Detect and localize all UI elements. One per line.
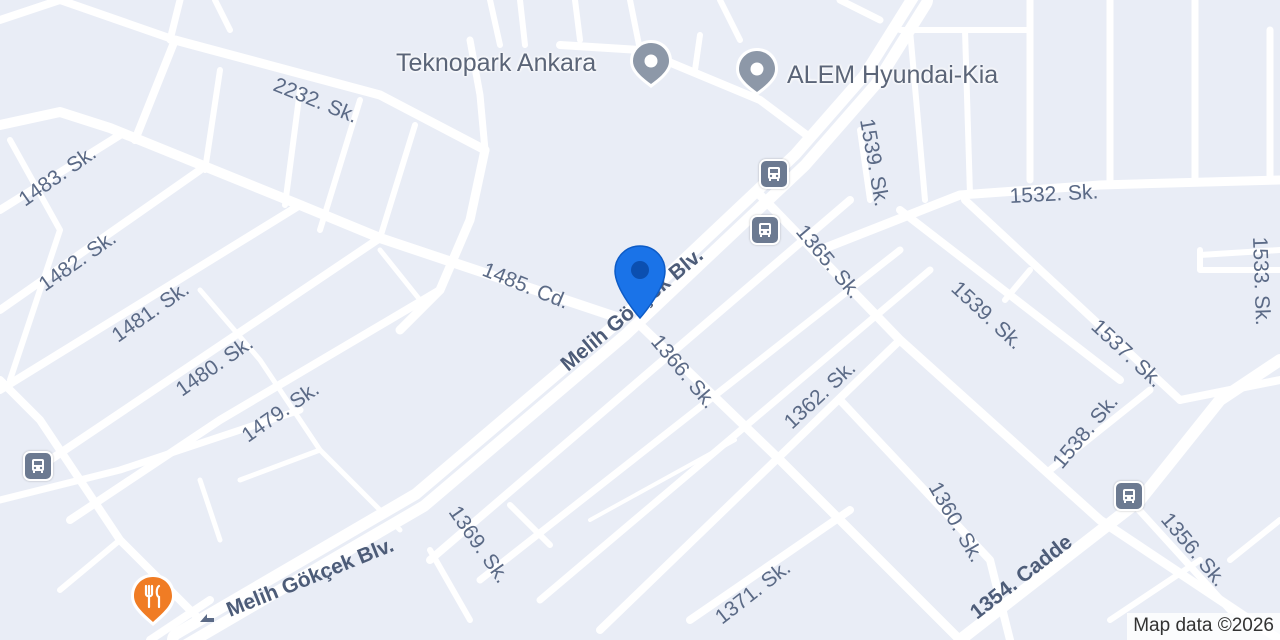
street-label-1539-sk-top: 1539. Sk. xyxy=(855,117,893,208)
bus-stop-icon[interactable] xyxy=(23,451,53,481)
bus-stop-icon[interactable] xyxy=(750,215,780,245)
street-label-1538-sk: 1538. Sk. xyxy=(1048,390,1123,473)
street-label-1533-sk: 1533. Sk. xyxy=(1248,236,1274,325)
street-label-1532-sk: 1532. Sk. xyxy=(1009,180,1099,208)
bus-stop-icon[interactable] xyxy=(759,159,789,189)
street-label-1537-sk: 1537. Sk. xyxy=(1087,315,1168,392)
map-canvas[interactable]: 2232. Sk. 1483. Sk. 1482. Sk. 1481. Sk. … xyxy=(0,0,1280,640)
bus-stop-icon[interactable] xyxy=(1114,481,1144,511)
street-label-melih-gokcek-blv-lower: Melih Gökçek Blv. xyxy=(223,534,397,622)
map-attribution[interactable]: Map data ©2026 xyxy=(1127,613,1280,640)
location-pin-icon[interactable] xyxy=(734,46,780,98)
direction-arrow-icon xyxy=(200,614,214,622)
map-marker-icon[interactable] xyxy=(612,244,668,322)
poi-label-alem-hyundai-kia[interactable]: ALEM Hyundai-Kia xyxy=(787,61,998,90)
restaurant-icon[interactable] xyxy=(128,572,178,628)
street-label-1485-cd: 1485. Cd. xyxy=(479,258,572,313)
street-label-1360-sk: 1360. Sk. xyxy=(924,478,988,566)
location-pin-icon[interactable] xyxy=(628,38,674,90)
poi-label-teknopark-ankara[interactable]: Teknopark Ankara xyxy=(396,49,596,78)
